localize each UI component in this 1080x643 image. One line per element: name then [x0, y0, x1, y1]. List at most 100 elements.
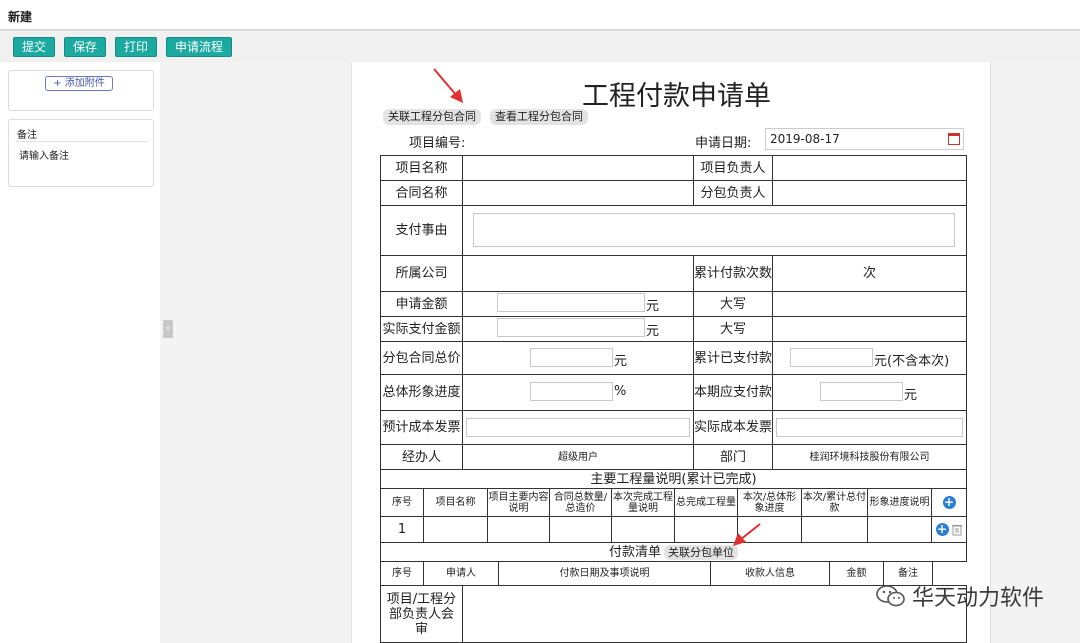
- yuan-unit: 元: [646, 324, 660, 339]
- work-header-no: 序号: [380, 488, 424, 517]
- capital-field[interactable]: [772, 316, 967, 342]
- paid-count-field[interactable]: 次: [772, 255, 967, 292]
- attachment-box: + 添加附件: [8, 70, 154, 111]
- handler-value: 超级用户: [462, 444, 694, 470]
- actual-amount-label: 实际支付金额: [380, 316, 463, 342]
- company-field[interactable]: [462, 255, 694, 292]
- work-row-no: 1: [380, 516, 424, 543]
- yuan-unit: 元: [614, 354, 628, 369]
- pay-header-payee: 收款人信息: [710, 561, 830, 586]
- work-header-content: 项目主要内容说明: [487, 488, 550, 517]
- work-header-total: 合同总数量/总造价: [549, 488, 612, 517]
- print-button[interactable]: 打印: [115, 37, 157, 57]
- work-row-cell[interactable]: [867, 516, 932, 543]
- remark-label: 备注: [17, 130, 37, 141]
- payment-section-title-cell: 付款清单 关联分包单位: [380, 542, 967, 562]
- work-header-name: 项目名称: [423, 488, 488, 517]
- apply-date-label: 申请日期:: [695, 136, 752, 151]
- sub-total-label: 分包合同总价: [380, 341, 463, 375]
- toolbar: 提交 保存 打印 申请流程: [0, 32, 1080, 62]
- watermark-text: 华天动力软件: [911, 586, 1044, 611]
- yuan-excl-unit: 元(不含本次): [874, 354, 950, 369]
- apply-date-field[interactable]: 2019-08-17: [765, 128, 964, 150]
- yuan-unit: 元: [646, 299, 660, 314]
- payment-section-title: 付款清单: [608, 544, 661, 560]
- handler-label: 经办人: [380, 444, 463, 470]
- top-bar: 新建: [0, 0, 1080, 31]
- project-no-label: 项目编号:: [409, 136, 466, 151]
- dept-value: 桂润环境科技股份有限公司: [772, 444, 967, 470]
- company-label: 所属公司: [380, 255, 463, 292]
- project-leader-field[interactable]: [772, 155, 967, 181]
- link-unit-button[interactable]: 关联分包单位: [664, 544, 738, 560]
- project-leader-label: 项目负责人: [693, 155, 773, 181]
- apply-amount-label: 申请金额: [380, 291, 463, 317]
- view-contract-button[interactable]: 查看工程分包合同: [490, 109, 588, 125]
- due-amount-label: 本期应支付款: [693, 374, 773, 411]
- progress-input[interactable]: [530, 382, 613, 401]
- work-section-title: 主要工程量说明(累计已完成): [380, 469, 967, 489]
- project-name-field[interactable]: [462, 155, 694, 181]
- sub-total-input[interactable]: [530, 348, 613, 367]
- work-row-cell[interactable]: [423, 516, 488, 543]
- capital-label: 大写: [693, 316, 773, 342]
- add-attachment-button[interactable]: + 添加附件: [45, 76, 113, 91]
- reason-label: 支付事由: [380, 205, 463, 256]
- project-name-label: 项目名称: [380, 155, 463, 181]
- add-row-icon[interactable]: +: [942, 496, 956, 509]
- pay-header-applicant: 申请人: [423, 561, 499, 586]
- work-header-completed: 总完成工程量: [674, 488, 738, 517]
- red-arrow-annotation: [733, 523, 761, 546]
- delete-row-icon[interactable]: [951, 523, 963, 536]
- sub-leader-field[interactable]: [772, 180, 967, 206]
- remark-box: 备注 请输入备注: [8, 119, 154, 187]
- review-label: 项目/工程分部负责人会审: [380, 585, 463, 643]
- capital-field[interactable]: [772, 291, 967, 317]
- due-amount-input[interactable]: [820, 382, 903, 401]
- save-button[interactable]: 保存: [64, 37, 106, 57]
- yuan-unit: 元: [904, 388, 918, 403]
- submit-button[interactable]: 提交: [13, 37, 55, 57]
- contract-name-field[interactable]: [462, 180, 694, 206]
- est-invoice-label: 预计成本发票: [380, 410, 463, 445]
- apply-date-value: 2019-08-17: [770, 132, 840, 146]
- work-header-progress: 本次/总体形象进度: [737, 488, 802, 517]
- work-row-cell[interactable]: [611, 516, 675, 543]
- sub-leader-label: 分包负责人: [693, 180, 773, 206]
- progress-label: 总体形象进度: [380, 374, 463, 411]
- work-header-desc: 形象进度说明: [867, 488, 932, 517]
- actual-invoice-label: 实际成本发票: [693, 410, 773, 445]
- pay-header-no: 序号: [380, 561, 424, 586]
- work-row-cell[interactable]: [487, 516, 550, 543]
- left-panel: + 添加附件 备注 请输入备注: [0, 62, 160, 643]
- actual-amount-input[interactable]: [497, 318, 645, 337]
- red-arrow-annotation: [433, 68, 463, 103]
- work-row-cell[interactable]: [549, 516, 612, 543]
- reason-input[interactable]: [473, 213, 955, 247]
- work-row-cell[interactable]: [801, 516, 868, 543]
- add-row-icon[interactable]: +: [935, 523, 949, 536]
- contract-name-label: 合同名称: [380, 180, 463, 206]
- capital-label: 大写: [693, 291, 773, 317]
- paid-total-label: 累计已支付款: [693, 341, 773, 375]
- calendar-icon[interactable]: [948, 133, 960, 145]
- work-header-payment: 本次/累计总付款: [801, 488, 868, 517]
- est-invoice-input[interactable]: [466, 418, 690, 437]
- remark-input[interactable]: 请输入备注: [19, 147, 69, 162]
- link-contract-button[interactable]: 关联工程分包合同: [383, 109, 481, 125]
- apply-amount-input[interactable]: [497, 293, 645, 312]
- pay-header-date: 付款日期及事项说明: [498, 561, 711, 586]
- add-row-cell: +: [931, 488, 967, 517]
- work-header-current: 本次完成工程量说明: [611, 488, 675, 517]
- paid-total-input[interactable]: [790, 348, 873, 367]
- actual-invoice-input[interactable]: [776, 418, 963, 437]
- wechat-icon: [876, 585, 905, 607]
- row-actions: +: [931, 516, 967, 543]
- work-row-cell[interactable]: [674, 516, 738, 543]
- divider: [15, 141, 149, 142]
- collapse-panel-icon[interactable]: ‹: [163, 320, 173, 338]
- document-form: 工程付款申请单 关联工程分包合同 查看工程分包合同 项目编号: 申请日期: 20…: [351, 62, 991, 643]
- apply-flow-button[interactable]: 申请流程: [166, 37, 232, 57]
- page-title: 新建: [8, 10, 33, 24]
- watermark: 华天动力软件: [876, 580, 1044, 612]
